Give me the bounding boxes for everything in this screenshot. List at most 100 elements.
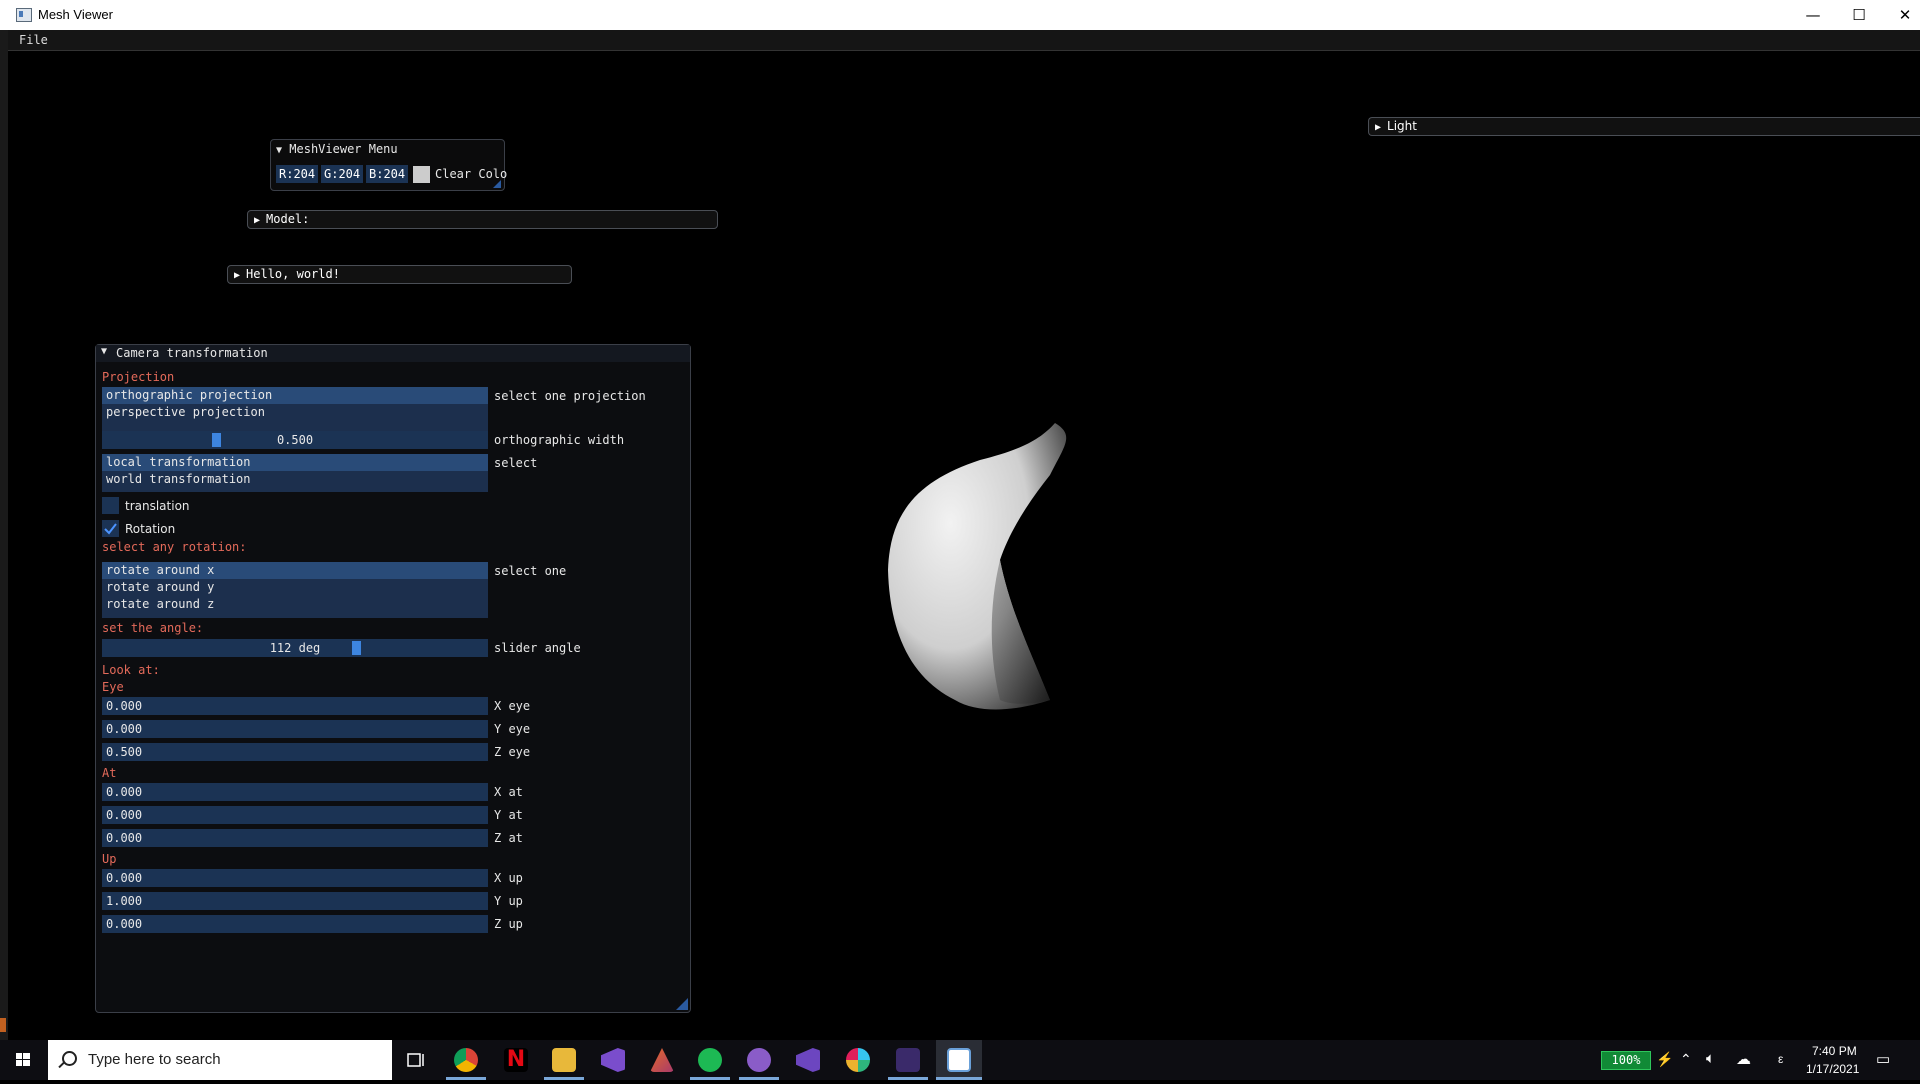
menu-file[interactable]: File [19,33,48,47]
window-title: Mesh Viewer [38,7,113,22]
projection-heading: Projection [102,370,175,384]
start-button[interactable] [0,1040,46,1080]
up-z-label: Z up [494,917,523,931]
volume-icon[interactable]: 🔈︎ [1706,1050,1715,1067]
slider-grab[interactable] [212,433,221,447]
rendered-mesh[interactable] [860,420,1080,720]
eye-z-label: Z eye [494,745,531,759]
minimize-button[interactable]: — [1790,0,1836,30]
rotation-checkbox[interactable] [102,520,119,537]
slider-grab[interactable] [352,641,361,655]
onedrive-cloud-icon[interactable]: ☁ [1736,1050,1751,1068]
up-x-label: X up [494,871,523,885]
rotation-option-x[interactable]: rotate around x [102,562,488,579]
triangle-right-icon: ▶ [254,215,261,226]
chevron-up-icon[interactable]: ⌃ [1680,1051,1692,1068]
orthographic-width-slider[interactable]: 0.500 [102,431,488,449]
transform-option-world[interactable]: world transformation [102,471,488,488]
angle-slider[interactable]: 112 deg [102,639,488,657]
hello-world-header[interactable]: ▶ Hello, world! [227,265,572,284]
notification-center-icon[interactable]: ▭ [1876,1050,1890,1068]
slack-icon[interactable] [846,1048,870,1072]
menu-bar: File [8,30,1920,51]
maximize-button[interactable]: ☐ [1836,0,1882,30]
file-explorer-icon[interactable] [552,1048,576,1072]
projection-label: select one projection [494,389,646,403]
at-z-field[interactable]: 0.000 [102,829,488,847]
clear-color-label: Clear Colo [435,167,508,181]
light-header-label: Light [1387,119,1417,133]
translation-label: translation [125,499,190,513]
camera-window-titlebar[interactable]: ▼ Camera transformation [96,345,690,362]
light-header[interactable]: ▶ Light [1368,117,1920,136]
spotify-icon[interactable] [698,1048,722,1072]
at-y-label: Y at [494,808,523,822]
rotation-listbox: rotate around x rotate around y rotate a… [102,562,488,618]
orthographic-width-value: 0.500 [276,433,314,447]
eye-heading: Eye [102,680,124,694]
translation-checkbox[interactable] [102,497,119,514]
up-y-field[interactable]: 1.000 [102,892,488,910]
transform-option-local[interactable]: local transformation [102,454,488,471]
rotation-select-label: select one [494,564,567,578]
projection-listbox: orthographic projection perspective proj… [102,387,488,431]
power-plug-icon[interactable]: ⚡ [1656,1051,1673,1068]
angle-heading: set the angle: [102,621,204,635]
lookat-heading: Look at: [102,663,160,677]
eye-x-field[interactable]: 0.000 [102,697,488,715]
eye-y-label: Y eye [494,722,531,736]
clock-time[interactable]: 7:40 PM [1812,1044,1857,1058]
visual-studio-icon[interactable] [601,1048,625,1072]
rotation-option-y[interactable]: rotate around y [102,579,488,596]
projection-option-orthographic[interactable]: orthographic projection [102,387,488,404]
search-placeholder: Type here to search [88,1051,221,1068]
at-y-field[interactable]: 0.000 [102,806,488,824]
visual-studio-2-icon[interactable] [796,1048,820,1072]
model-header-label: Model: [266,212,310,226]
eye-y-field[interactable]: 0.000 [102,720,488,738]
meshviewer-menu-header[interactable]: ▼ MeshViewer Menu [276,142,398,156]
rotation-option-z[interactable]: rotate around z [102,596,488,613]
github-desktop-icon[interactable] [747,1048,771,1072]
meshviewer-menu-window: ▼ MeshViewer Menu R:204 G:204 B:204 Clea… [270,139,508,191]
close-button[interactable]: ✕ [1882,0,1920,30]
angle-value: 112 deg [269,641,321,655]
transformation-listbox: local transformation world transformatio… [102,454,488,492]
windows-logo-icon [16,1053,30,1066]
matlab-icon[interactable] [650,1048,674,1072]
taskbar-search-box[interactable]: Type here to search [48,1040,392,1080]
triangle-down-icon: ▼ [101,346,108,357]
at-z-label: Z at [494,831,523,845]
model-header[interactable]: ▶ Model: [247,210,718,229]
checkmark-icon [104,523,117,535]
mesh-viewer-taskbar-icon[interactable] [947,1048,971,1072]
red-channel-field[interactable]: R:204 [276,165,319,183]
netflix-icon[interactable]: N [504,1048,528,1072]
eye-z-field[interactable]: 0.500 [102,743,488,761]
resize-grip-icon[interactable] [493,180,501,188]
clock-date[interactable]: 1/17/2021 [1806,1062,1859,1076]
taskbar: Type here to search N 100% ⚡ ⌃ 🔈︎ ☁ ε 7:… [0,1040,1920,1080]
window-left-edge [0,30,8,1040]
up-y-label: Y up [494,894,523,908]
terminal-icon[interactable] [896,1048,920,1072]
green-channel-field[interactable]: G:204 [321,165,364,183]
triangle-right-icon: ▶ [1375,122,1382,133]
at-x-label: X at [494,785,523,799]
at-x-field[interactable]: 0.000 [102,783,488,801]
edge-marker [0,1018,6,1032]
at-heading: At [102,766,117,780]
search-icon [62,1051,77,1066]
input-language-indicator[interactable]: ε [1778,1052,1783,1066]
chrome-icon[interactable] [454,1048,478,1072]
blue-channel-field[interactable]: B:204 [366,165,409,183]
resize-grip-icon[interactable] [676,998,688,1010]
rotation-label: Rotation [125,522,176,536]
task-view-icon[interactable] [404,1048,428,1072]
angle-label: slider angle [494,641,581,655]
clear-color-swatch[interactable] [413,166,430,183]
battery-indicator[interactable]: 100% [1601,1051,1651,1070]
up-x-field[interactable]: 0.000 [102,869,488,887]
projection-option-perspective[interactable]: perspective projection [102,404,488,421]
up-z-field[interactable]: 0.000 [102,915,488,933]
